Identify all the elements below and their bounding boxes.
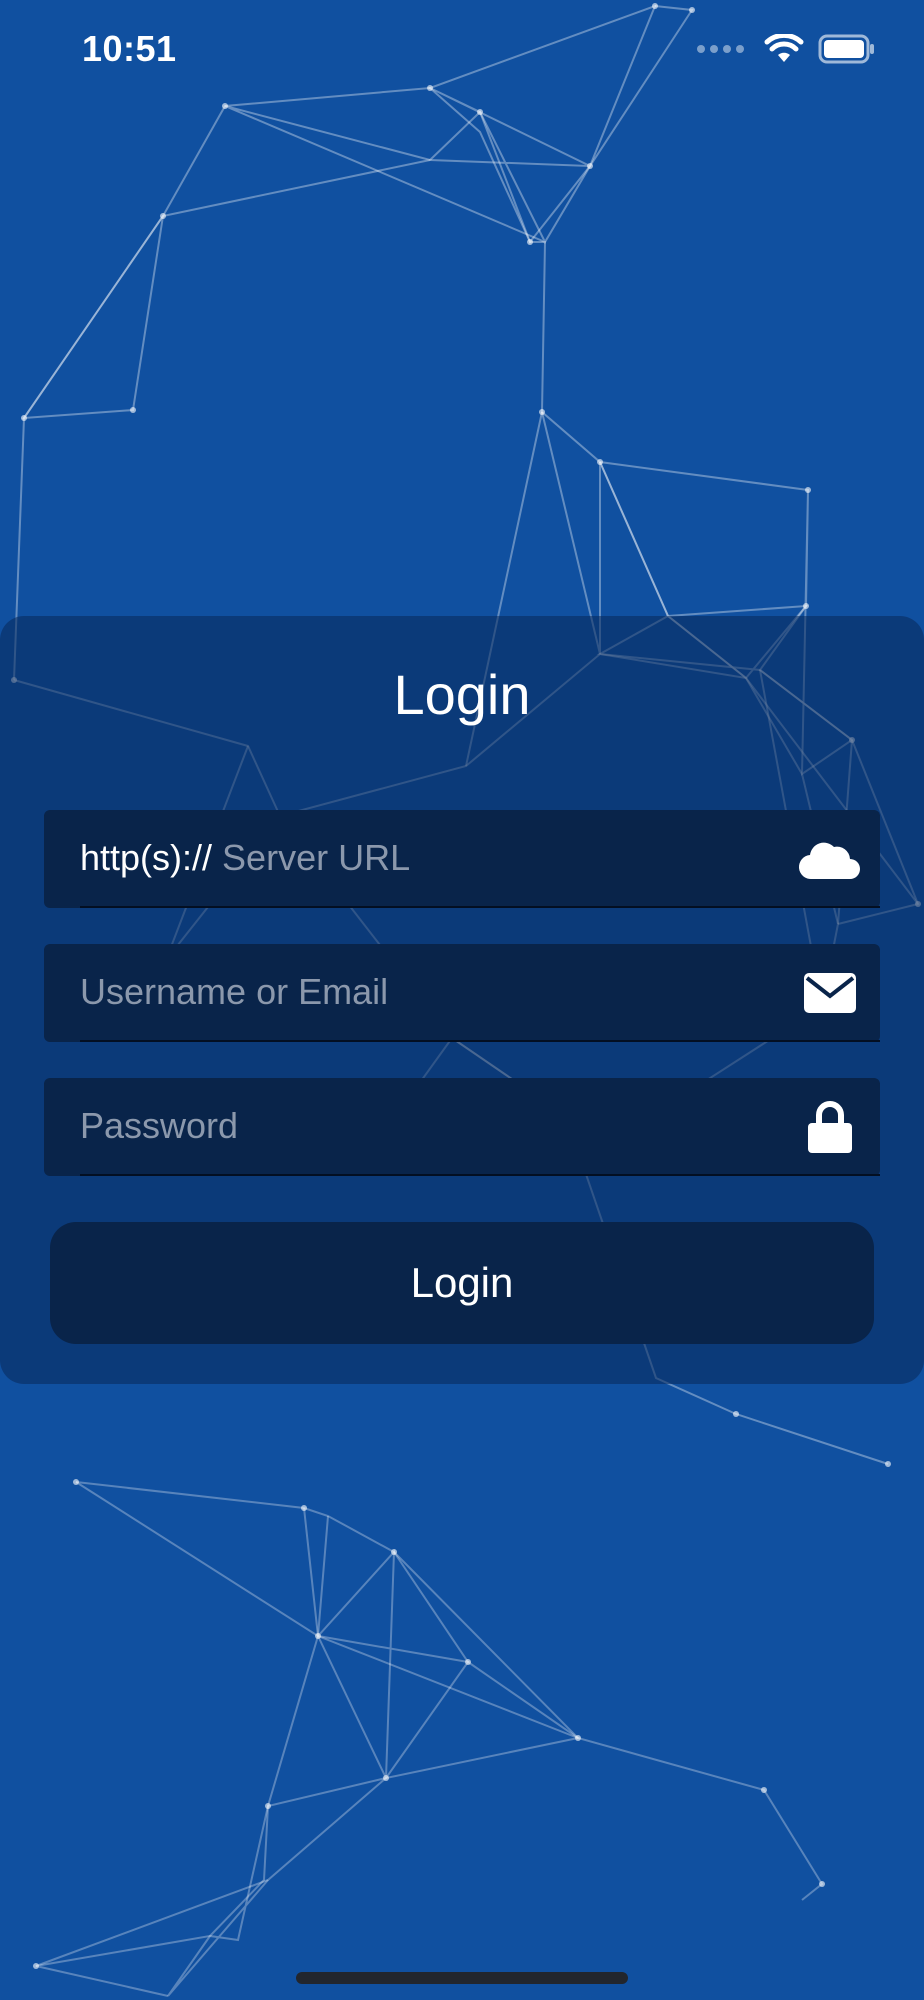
cloud-icon	[798, 834, 862, 884]
status-icons	[697, 34, 876, 64]
battery-icon	[818, 34, 874, 64]
status-time: 10:51	[82, 28, 177, 69]
home-indicator	[296, 1972, 628, 1984]
username-email-placeholder: Username or Email	[80, 971, 389, 1012]
password-field[interactable]: Password	[44, 1078, 880, 1176]
cellular-signal-icon	[697, 45, 744, 53]
login-title: Login	[393, 663, 531, 726]
password-placeholder: Password	[80, 1105, 239, 1146]
lock-icon	[798, 1101, 862, 1153]
server-url-prefix: http(s)://	[80, 837, 213, 878]
server-url-field[interactable]: http(s):// Server URL	[44, 810, 880, 908]
username-email-field[interactable]: Username or Email	[44, 944, 880, 1042]
login-button[interactable]: Login	[50, 1222, 874, 1344]
server-url-placeholder: Server URL	[222, 837, 411, 878]
envelope-icon	[798, 968, 862, 1018]
wifi-icon	[764, 34, 804, 62]
status-bar: 10:51	[0, 0, 924, 100]
